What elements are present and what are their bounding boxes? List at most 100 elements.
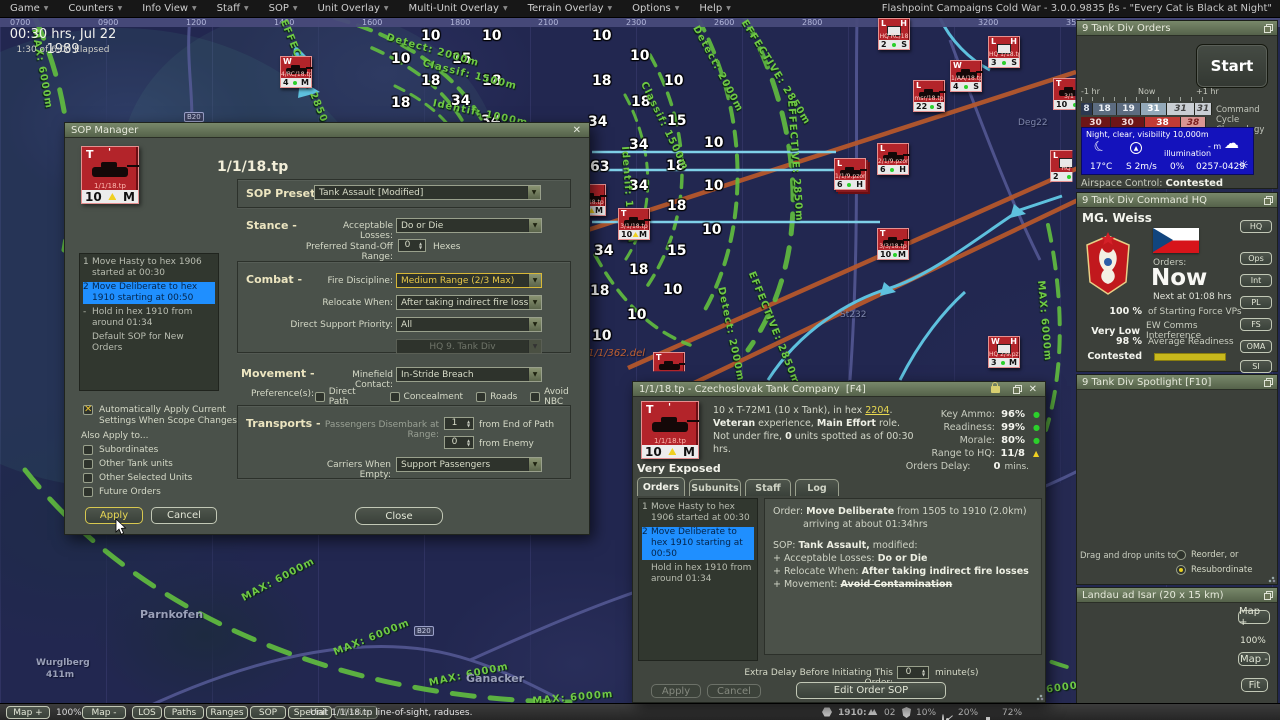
start-turn-button[interactable]: Start: [1196, 44, 1268, 88]
scope-checkbox-row[interactable]: Subordinates: [83, 445, 158, 455]
order-list-item[interactable]: Hold in hex 1910 from around 01:34: [642, 563, 754, 585]
map-unit-counter[interactable]: L 2/1/9.pzor 6 H: [877, 143, 910, 175]
spotlight-panel-title[interactable]: 9 Tank Div Spotlight [F10]: [1077, 375, 1277, 390]
panel-collapse-icon[interactable]: [1264, 196, 1273, 205]
detach-icon[interactable]: [1012, 384, 1022, 394]
orders-panel-title[interactable]: 9 Tank Div Orders: [1077, 21, 1277, 36]
movement-pref-checkbox-row[interactable]: Avoid NBC: [530, 387, 589, 407]
order-list-item[interactable]: 2 Move Deliberate to hex 1910 starting at…: [83, 282, 215, 304]
apply-button[interactable]: Apply: [651, 684, 701, 698]
menu-item[interactable]: Unit Overlay ▼: [307, 0, 398, 18]
map-unit-counter[interactable]: T 3/1/18.tp 10 M: [618, 208, 651, 240]
scope-checkbox[interactable]: [83, 445, 93, 455]
relocate-when-dropdown[interactable]: After taking indirect fire losses ▼: [396, 295, 542, 310]
close-icon[interactable]: ✕: [571, 125, 583, 136]
scope-checkbox-row[interactable]: Other Selected Units: [83, 473, 192, 483]
acceptable-losses-dropdown[interactable]: Do or Die ▼: [396, 218, 542, 233]
fire-discipline-dropdown[interactable]: Medium Range (2/3 Max) ▼: [396, 273, 542, 288]
resubordinate-radio[interactable]: [1176, 565, 1186, 575]
reorder-radio-row[interactable]: Reorder, or: [1176, 550, 1239, 560]
minefield-contact-dropdown[interactable]: In-Stride Breach ▼: [396, 367, 542, 382]
hq-staff-button[interactable]: Int: [1240, 274, 1272, 287]
movement-pref-checkbox[interactable]: [530, 392, 541, 402]
scope-checkbox[interactable]: [83, 459, 93, 469]
standoff-range-spinner[interactable]: 0 ▲ ▼: [398, 239, 426, 252]
close-button[interactable]: Close: [355, 507, 443, 525]
minimap-zoom-in-button[interactable]: Map +: [1238, 606, 1270, 628]
movement-pref-checkbox-row[interactable]: Direct Path: [315, 387, 377, 407]
direct-support-dropdown[interactable]: All ▼: [396, 317, 542, 332]
movement-pref-checkbox-row[interactable]: Concealment: [389, 387, 463, 407]
panel-collapse-icon[interactable]: [1264, 591, 1273, 600]
menu-item[interactable]: SOP ▼: [259, 0, 308, 18]
dialog-resize-grip[interactable]: [1036, 693, 1044, 701]
map-unit-counter[interactable]: L msr/18.tp 22 S: [913, 80, 946, 112]
sop-dialog-titlebar[interactable]: SOP Manager ✕: [65, 123, 589, 138]
map-unit-counter[interactable]: L 1/1/9.pzor 6 H: [834, 158, 867, 190]
menu-item[interactable]: Counters ▼: [58, 0, 132, 18]
map-unit-counter[interactable]: W H HQ 2/9.pzr 3 M: [988, 336, 1020, 368]
extra-delay-spinner[interactable]: 0 ▲ ▼: [897, 666, 929, 679]
order-list-item[interactable]: Default SOP for New Orders: [83, 332, 215, 354]
order-list-item[interactable]: 1 Move Hasty to hex 1906 started at 00:30: [642, 502, 754, 524]
enemy-range-spinner[interactable]: 0 ▲ ▼: [444, 436, 474, 449]
auto-apply-checkbox[interactable]: [83, 404, 93, 415]
apply-button[interactable]: Apply: [85, 507, 143, 524]
scope-checkbox-row[interactable]: Future Orders: [83, 487, 161, 497]
resubordinate-radio-row[interactable]: Resubordinate: [1176, 565, 1252, 575]
movement-pref-checkbox[interactable]: [476, 392, 487, 402]
unit-orders-list[interactable]: 1 Move Hasty to hex 1906 started at 00:30…: [638, 498, 758, 661]
overlay-toggle-button[interactable]: Ranges: [206, 706, 248, 719]
reorder-radio[interactable]: [1176, 550, 1186, 560]
menu-item[interactable]: Terrain Overlay ▼: [518, 0, 623, 18]
unit-dialog-tab[interactable]: Orders: [637, 477, 685, 496]
unit-dialog-tab[interactable]: Staff: [745, 479, 791, 496]
hq-panel-title[interactable]: 9 Tank Div Command HQ: [1077, 193, 1277, 208]
movement-pref-checkbox-row[interactable]: Roads: [476, 387, 517, 407]
menu-item[interactable]: Staff ▼: [207, 0, 259, 18]
scope-checkbox-row[interactable]: Other Tank units: [83, 459, 173, 469]
minimap-panel-title[interactable]: Landau ad Isar (20 x 15 km): [1077, 588, 1277, 603]
map-unit-counter[interactable]: T 3/3/18.tp 10 M: [877, 228, 910, 260]
minimap-fit-button[interactable]: Fit: [1241, 678, 1268, 692]
menu-item[interactable]: Help ▼: [689, 0, 740, 18]
menu-item[interactable]: Multi-Unit Overlay ▼: [399, 0, 518, 18]
overlay-toggle-button[interactable]: Paths: [164, 706, 204, 719]
menu-item[interactable]: Info View ▼: [132, 0, 206, 18]
order-list-item[interactable]: 2 Move Deliberate to hex 1910 starting at…: [642, 527, 754, 560]
map-unit-counter[interactable]: W 4/RC/18.tp 4 M: [280, 56, 313, 88]
hq-staff-button[interactable]: HQ: [1240, 220, 1272, 233]
map-unit-counter[interactable]: L H HQ 1/18.tp 3 S: [988, 36, 1020, 68]
menu-item[interactable]: Game ▼: [0, 0, 58, 18]
sop-preset-dropdown[interactable]: Tank Assault [Modified] ▼: [314, 185, 541, 200]
unit-dialog-tab[interactable]: Subunits: [689, 479, 741, 496]
map-zoom-in-button[interactable]: Map +: [6, 706, 50, 719]
map-unit-counter[interactable]: W 1/AA/18.tp 4 S: [950, 60, 983, 92]
movement-pref-checkbox[interactable]: [389, 392, 400, 402]
order-list-item[interactable]: 1 Move Hasty to hex 1906 started at 00:30: [83, 257, 215, 279]
carriers-dropdown[interactable]: Support Passengers ▼: [396, 457, 542, 472]
movement-pref-checkbox[interactable]: [315, 392, 325, 402]
scope-checkbox[interactable]: [83, 487, 93, 497]
close-icon[interactable]: ✕: [1029, 384, 1037, 395]
unit-dialog-titlebar[interactable]: 1/1/18.tp - Czechoslovak Tank Company [F…: [633, 381, 1045, 397]
panel-collapse-icon[interactable]: [1264, 24, 1273, 33]
minimap-zoom-out-button[interactable]: Map -: [1238, 652, 1270, 666]
map-unit-counter[interactable]: L H HQ RC/18 2 S: [878, 18, 910, 50]
disembark-range-spinner[interactable]: 1 ▲ ▼: [444, 417, 474, 430]
overlay-toggle-button[interactable]: LOS: [132, 706, 162, 719]
unit-dialog-tab[interactable]: Log: [795, 479, 839, 496]
scope-checkbox[interactable]: [83, 473, 93, 483]
hq-staff-button[interactable]: Ops: [1240, 252, 1272, 265]
sop-orders-list[interactable]: 1 Move Hasty to hex 1906 started at 00:30…: [79, 253, 219, 391]
lock-icon[interactable]: [990, 381, 1000, 393]
order-list-item[interactable]: - Hold in hex 1910 from around 01:34: [83, 307, 215, 329]
cancel-button[interactable]: Cancel: [707, 684, 761, 698]
panel-collapse-icon[interactable]: [1264, 378, 1273, 387]
edit-order-sop-button[interactable]: Edit Order SOP: [796, 682, 946, 699]
map-zoom-out-button[interactable]: Map -: [82, 706, 126, 719]
auto-apply-row[interactable]: Automatically Apply Current Settings Whe…: [83, 404, 253, 427]
panel-resize-grip[interactable]: [1268, 575, 1276, 583]
menu-item[interactable]: Options ▼: [622, 0, 689, 18]
cancel-button[interactable]: Cancel: [151, 507, 217, 524]
